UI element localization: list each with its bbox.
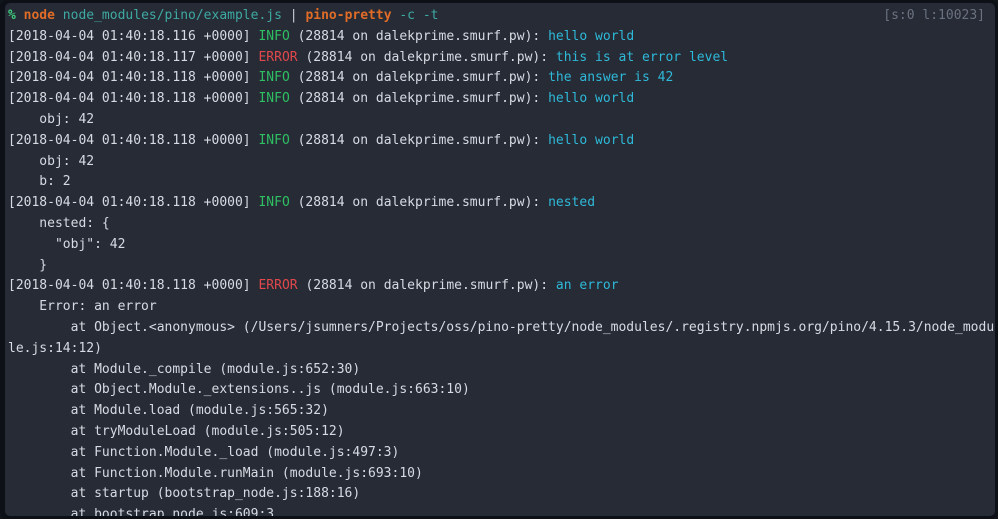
log-detail-text: Error: an error bbox=[8, 299, 157, 315]
pipe-symbol: | bbox=[289, 8, 298, 23]
log-process-info: (28814 on dalekprime.smurf.pw): bbox=[297, 70, 541, 86]
log-message: hello world bbox=[548, 28, 635, 44]
command-line: % node node_modules/pino/example.js | pi… bbox=[8, 6, 995, 27]
log-detail-text: at Function.Module._load (module.js:497:… bbox=[8, 444, 400, 460]
log-detail-line: at Module._compile (module.js:652:30) bbox=[8, 360, 995, 381]
log-process-info: (28814 on dalekprime.smurf.pw): bbox=[297, 91, 541, 107]
log-detail-text: at Object.Module._extensions..js (module… bbox=[8, 382, 470, 398]
log-output: [2018-04-04 01:40:18.116 +0000] INFO (28… bbox=[8, 27, 995, 516]
command-formatter: pino-pretty bbox=[305, 8, 392, 23]
log-line: [2018-04-04 01:40:18.117 +0000] ERROR (2… bbox=[8, 48, 995, 69]
log-process-info: (28814 on dalekprime.smurf.pw): bbox=[297, 132, 541, 148]
log-detail-text: } bbox=[8, 257, 48, 273]
log-detail-text: at bootstrap_node.js:609:3 bbox=[8, 507, 275, 516]
log-detail-line: at Object.Module._extensions..js (module… bbox=[8, 380, 995, 401]
log-message: an error bbox=[555, 278, 619, 294]
log-timestamp: [2018-04-04 01:40:18.118 +0000] bbox=[8, 195, 251, 211]
log-message: this is at error level bbox=[555, 49, 729, 65]
space-1 bbox=[16, 8, 24, 23]
log-level-badge: INFO bbox=[258, 70, 290, 86]
log-process-info: (28814 on dalekprime.smurf.pw): bbox=[297, 195, 541, 211]
log-timestamp: [2018-04-04 01:40:18.118 +0000] bbox=[8, 132, 251, 148]
log-detail-line: Error: an error bbox=[8, 297, 995, 318]
log-detail-line: obj: 42 bbox=[8, 152, 995, 173]
log-detail-text: at startup (bootstrap_node.js:188:16) bbox=[8, 486, 361, 502]
log-process-info: (28814 on dalekprime.smurf.pw): bbox=[297, 28, 541, 44]
log-message: the answer is 42 bbox=[548, 70, 674, 86]
log-detail-text: at tryModuleLoad (module.js:505:12) bbox=[8, 423, 345, 439]
log-timestamp: [2018-04-04 01:40:18.117 +0000] bbox=[8, 49, 251, 65]
log-level-badge: ERROR bbox=[258, 49, 298, 65]
space-2 bbox=[55, 8, 63, 23]
log-detail-text: at Object.<anonymous> (/Users/jsumners/P… bbox=[8, 319, 995, 335]
log-line: [2018-04-04 01:40:18.118 +0000] ERROR (2… bbox=[8, 276, 995, 297]
log-timestamp: [2018-04-04 01:40:18.118 +0000] bbox=[8, 70, 251, 86]
log-timestamp: [2018-04-04 01:40:18.118 +0000] bbox=[8, 278, 251, 294]
log-detail-line: "obj": 42 bbox=[8, 235, 995, 256]
status-indicator: [s:0 l:10023] bbox=[883, 8, 985, 23]
log-detail-line: at Object.<anonymous> (/Users/jsumners/P… bbox=[8, 318, 995, 339]
log-process-info: (28814 on dalekprime.smurf.pw): bbox=[305, 49, 549, 65]
log-level-badge: INFO bbox=[258, 28, 290, 44]
log-detail-line: at Function.Module.runMain (module.js:69… bbox=[8, 464, 995, 485]
log-detail-text: at Module.load (module.js:565:32) bbox=[8, 403, 329, 419]
log-level-badge: INFO bbox=[258, 132, 290, 148]
log-detail-line: at Module.load (module.js:565:32) bbox=[8, 401, 995, 422]
log-timestamp: [2018-04-04 01:40:18.116 +0000] bbox=[8, 28, 251, 44]
terminal-window: [s:0 l:10023] % node node_modules/pino/e… bbox=[0, 0, 998, 519]
log-detail-text: obj: 42 bbox=[8, 111, 95, 127]
log-detail-text: b: 2 bbox=[8, 174, 71, 190]
shell-prompt-symbol: % bbox=[8, 8, 16, 23]
log-detail-line: obj: 42 bbox=[8, 110, 995, 131]
log-detail-line: at Function.Module._load (module.js:497:… bbox=[8, 443, 995, 464]
log-detail-line: le.js:14:12) bbox=[8, 339, 995, 360]
log-detail-text: le.js:14:12) bbox=[8, 340, 102, 356]
log-timestamp: [2018-04-04 01:40:18.118 +0000] bbox=[8, 91, 251, 107]
command-script-path: node_modules/pino/example.js bbox=[62, 8, 282, 23]
log-detail-line: at tryModuleLoad (module.js:505:12) bbox=[8, 422, 995, 443]
log-message: hello world bbox=[548, 132, 635, 148]
log-detail-text: at Function.Module.runMain (module.js:69… bbox=[8, 465, 423, 481]
log-line: [2018-04-04 01:40:18.116 +0000] INFO (28… bbox=[8, 27, 995, 48]
log-message: hello world bbox=[548, 91, 635, 107]
log-detail-text: nested: { bbox=[8, 215, 110, 231]
terminal-screen[interactable]: [s:0 l:10023] % node node_modules/pino/e… bbox=[5, 3, 995, 516]
log-line: [2018-04-04 01:40:18.118 +0000] INFO (28… bbox=[8, 193, 995, 214]
log-detail-text: at Module._compile (module.js:652:30) bbox=[8, 361, 361, 377]
command-flags: -c -t bbox=[399, 8, 439, 23]
log-detail-line: nested: { bbox=[8, 214, 995, 235]
space-3 bbox=[282, 8, 290, 23]
log-detail-line: } bbox=[8, 256, 995, 277]
command-binary: node bbox=[23, 8, 55, 23]
log-process-info: (28814 on dalekprime.smurf.pw): bbox=[305, 278, 549, 294]
log-line: [2018-04-04 01:40:18.118 +0000] INFO (28… bbox=[8, 68, 995, 89]
log-level-badge: ERROR bbox=[258, 278, 298, 294]
log-detail-line: b: 2 bbox=[8, 172, 995, 193]
log-level-badge: INFO bbox=[258, 91, 290, 107]
log-detail-line: at bootstrap_node.js:609:3 bbox=[8, 505, 995, 516]
log-line: [2018-04-04 01:40:18.118 +0000] INFO (28… bbox=[8, 131, 995, 152]
log-message: nested bbox=[548, 195, 596, 211]
log-line: [2018-04-04 01:40:18.118 +0000] INFO (28… bbox=[8, 89, 995, 110]
log-detail-text: obj: 42 bbox=[8, 153, 95, 169]
log-level-badge: INFO bbox=[258, 195, 290, 211]
log-detail-line: at startup (bootstrap_node.js:188:16) bbox=[8, 484, 995, 505]
log-detail-text: "obj": 42 bbox=[8, 236, 126, 252]
